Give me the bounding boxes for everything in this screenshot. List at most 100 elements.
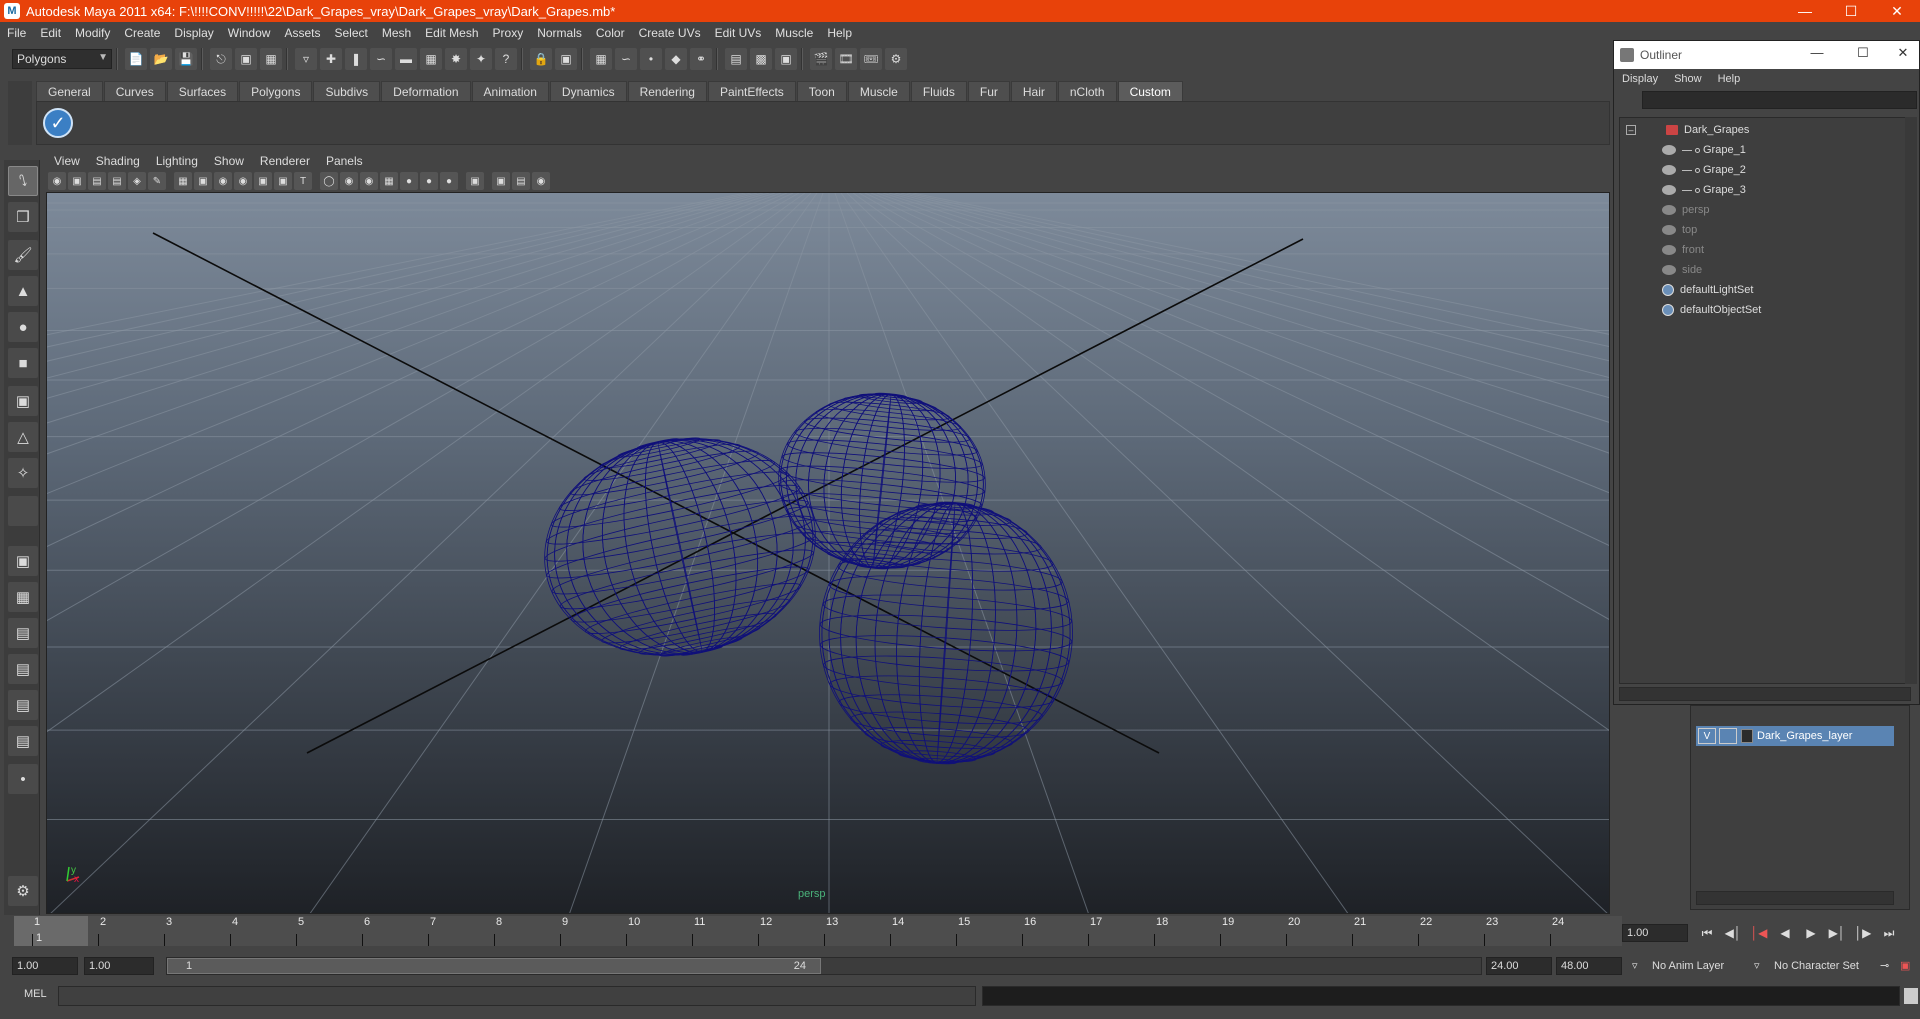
viewport-canvas[interactable]: x y [47, 193, 1610, 914]
animation-preferences-icon[interactable]: ▣ [1900, 957, 1910, 975]
outliner-menu-show[interactable]: Show [1666, 73, 1710, 85]
select-surfaces-icon[interactable]: ▬ [395, 48, 417, 70]
four-view-layout-icon[interactable]: ▦ [8, 582, 38, 612]
range-slider-handle[interactable]: 1 24 [167, 958, 821, 974]
snap-to-view-plane-icon[interactable]: ◆ [665, 48, 687, 70]
mask-dropdown-icon[interactable]: ▿ [295, 48, 317, 70]
channel-box-toggle-icon[interactable]: ▣ [775, 48, 797, 70]
close-button[interactable]: ✕ [1874, 0, 1920, 22]
safe-title-icon[interactable]: T [294, 172, 312, 190]
mel-label[interactable]: MEL [24, 988, 47, 1000]
scale-tool-icon[interactable]: ■ [8, 348, 38, 378]
ipr-render-icon[interactable]: 🎟 [860, 48, 882, 70]
viewport-menu-panels[interactable]: Panels [318, 154, 371, 168]
layer-display-type-toggle[interactable] [1719, 728, 1737, 744]
outliner-close-button[interactable]: ✕ [1893, 45, 1913, 61]
playback-end-field[interactable]: 24.00 [1486, 957, 1552, 975]
render-view-icon[interactable]: 🎬 [810, 48, 832, 70]
time-slider-current-cursor[interactable] [14, 916, 88, 946]
menu-muscle[interactable]: Muscle [768, 26, 820, 40]
shelf-tab-curves[interactable]: Curves [103, 81, 166, 101]
menu-edit[interactable]: Edit [33, 26, 68, 40]
xray-joints-icon[interactable]: ▤ [512, 172, 530, 190]
select-handles-icon[interactable]: ✚ [320, 48, 342, 70]
viewport-menu-view[interactable]: View [46, 154, 88, 168]
field-chart-icon[interactable]: ▣ [254, 172, 272, 190]
lasso-tool-icon[interactable]: ❒ [8, 202, 38, 232]
safe-action-icon[interactable]: ▣ [274, 172, 292, 190]
layer-horizontal-scrollbar[interactable] [1696, 891, 1894, 905]
chevron-down-icon[interactable]: ▿ [1632, 957, 1638, 975]
default-lighting-icon[interactable]: ● [400, 172, 418, 190]
select-rendering-icon[interactable]: ✦ [470, 48, 492, 70]
step-forward-frame-icon[interactable]: │▶ [1850, 924, 1876, 942]
select-tool-icon[interactable]: ⭛ [8, 166, 38, 196]
maximize-button[interactable]: ☐ [1828, 0, 1874, 22]
outliner-item-grape-2[interactable]: Grape_2 [1620, 160, 1910, 180]
snap-to-grid-icon[interactable]: ▦ [590, 48, 612, 70]
menu-display[interactable]: Display [167, 26, 220, 40]
checkmark-icon[interactable]: ✓ [43, 108, 73, 138]
menu-proxy[interactable]: Proxy [486, 26, 531, 40]
image-plane-icon[interactable]: ▤ [108, 172, 126, 190]
snap-to-curve-icon[interactable]: ∽ [615, 48, 637, 70]
outliner-menu-help[interactable]: Help [1710, 73, 1749, 85]
new-scene-icon[interactable]: 📄 [125, 48, 147, 70]
highlight-selection-icon[interactable]: ▣ [555, 48, 577, 70]
quick-layout-icon[interactable]: ⚙ [8, 876, 38, 906]
shelf-tab-dynamics[interactable]: Dynamics [549, 81, 627, 101]
viewport-menu-show[interactable]: Show [206, 154, 252, 168]
outliner-filter-input[interactable] [1642, 91, 1917, 109]
input-output-icon[interactable]: ▩ [750, 48, 772, 70]
layout-more-icon[interactable]: • [8, 764, 38, 794]
backface-culling-icon[interactable]: ◉ [532, 172, 550, 190]
playback-start-field[interactable]: 1.00 [84, 957, 154, 975]
shelf-tab-subdivs[interactable]: Subdivs [313, 81, 381, 101]
shelf-tab-muscle[interactable]: Muscle [847, 81, 910, 101]
anim-layer-dropdown[interactable]: No Anim Layer [1652, 957, 1724, 975]
menu-create[interactable]: Create [117, 26, 167, 40]
persp-graph-outliner-layout-icon[interactable]: ▤ [8, 726, 38, 756]
resolution-gate-icon[interactable]: ◉ [214, 172, 232, 190]
select-by-component-icon[interactable]: ▦ [260, 48, 282, 70]
soft-modification-icon[interactable]: △ [8, 422, 38, 452]
select-deformations-icon[interactable]: ▦ [420, 48, 442, 70]
shelf-tab-deformation[interactable]: Deformation [381, 81, 471, 101]
shelf-tab-general[interactable]: General [36, 81, 103, 101]
menu-file[interactable]: File [0, 26, 33, 40]
shelf-tab-ncloth[interactable]: nCloth [1057, 81, 1117, 101]
perspective-viewport[interactable]: x y [46, 192, 1610, 914]
shelf-tab-rendering[interactable]: Rendering [627, 81, 707, 101]
play-forwards-icon[interactable]: ▶ [1798, 924, 1824, 942]
render-current-frame-icon[interactable]: 🎞 [835, 48, 857, 70]
hypershade-layout-icon[interactable]: ▤ [8, 690, 38, 720]
select-joints-icon[interactable]: ❚ [345, 48, 367, 70]
xray-icon[interactable]: ▣ [492, 172, 510, 190]
menu-assets[interactable]: Assets [277, 26, 327, 40]
layer-visibility-toggle[interactable]: V [1698, 728, 1716, 744]
shelf-tab-polygons[interactable]: Polygons [239, 81, 313, 101]
viewport-menu-shading[interactable]: Shading [88, 154, 148, 168]
outliner-item-side[interactable]: side [1620, 260, 1910, 280]
time-slider[interactable]: 1 2 3 4 5 6 7 8 9 10 11 12 13 14 15 16 17 18 19 20 21 22 23 24 … [14, 916, 1622, 946]
last-tool-icon[interactable] [8, 496, 38, 526]
show-manipulator-icon[interactable]: ✧ [8, 458, 38, 488]
film-gate-icon[interactable]: ▣ [194, 172, 212, 190]
layer-row-dark-grapes[interactable]: V Dark_Grapes_layer [1696, 726, 1894, 746]
outliner-menu-display[interactable]: Display [1614, 73, 1666, 85]
single-perspective-layout-icon[interactable]: ▣ [8, 546, 38, 576]
grease-pencil-icon[interactable]: ✎ [148, 172, 166, 190]
rotate-tool-icon[interactable]: ● [8, 312, 38, 342]
isolate-select-icon[interactable]: ▣ [466, 172, 484, 190]
step-back-key-icon[interactable]: │◀ [1746, 924, 1772, 942]
outliner-horizontal-scrollbar[interactable] [1619, 687, 1911, 701]
menu-modify[interactable]: Modify [68, 26, 117, 40]
animation-end-field[interactable]: 48.00 [1556, 957, 1622, 975]
outliner-item-top[interactable]: top [1620, 220, 1910, 240]
open-scene-icon[interactable]: 📂 [150, 48, 172, 70]
select-by-hierarchy-icon[interactable]: ⎋ [210, 48, 232, 70]
play-backwards-icon[interactable]: ◀ [1772, 924, 1798, 942]
grid-toggle-icon[interactable]: ▦ [174, 172, 192, 190]
menu-create-uvs[interactable]: Create UVs [632, 26, 708, 40]
select-camera-icon[interactable]: ◉ [48, 172, 66, 190]
